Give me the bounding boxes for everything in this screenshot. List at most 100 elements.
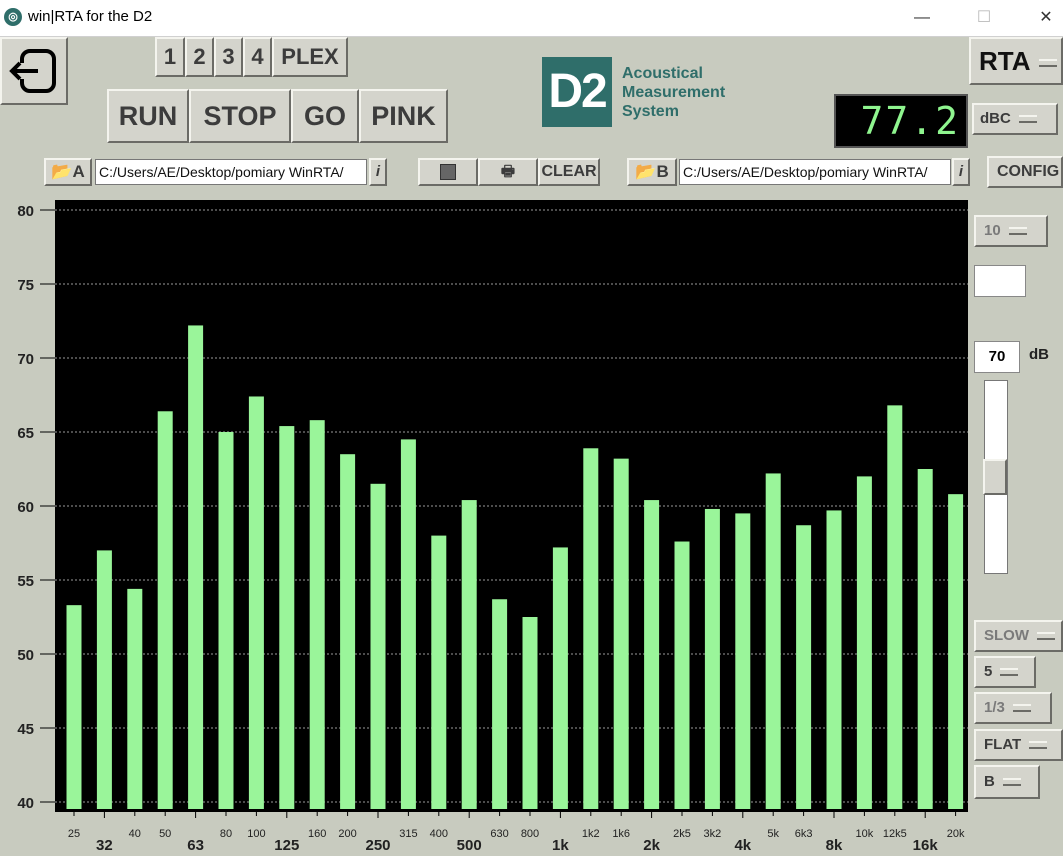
bar-315 — [400, 439, 416, 809]
logo-line-2: Measurement — [622, 84, 726, 101]
x-tick-label: 2k5 — [673, 828, 691, 840]
y-tick-label: 70 — [17, 351, 34, 368]
y-tick-label: 75 — [17, 277, 34, 294]
stop-button[interactable]: STOP — [189, 89, 291, 143]
minimize-button[interactable]: — — [902, 4, 942, 32]
channel-dropdown[interactable]: B — [974, 765, 1040, 799]
x-tick-label: 630 — [490, 828, 508, 840]
plex-button[interactable]: PLEX — [272, 37, 348, 77]
exit-icon — [9, 49, 56, 93]
x-tick-label: 3k2 — [704, 828, 722, 840]
clear-button[interactable]: CLEAR — [538, 158, 600, 186]
print-button[interactable]: 🖶 — [478, 158, 538, 186]
bandwidth-label: 1/3 — [984, 699, 1005, 716]
config-button[interactable]: CONFIG > — [987, 156, 1063, 188]
save-button[interactable] — [418, 158, 478, 186]
bar-160 — [309, 420, 325, 809]
window-title: win|RTA for the D2 — [28, 8, 153, 25]
aux-input[interactable] — [974, 265, 1026, 297]
x-tick-label: 25 — [68, 828, 80, 840]
level-display: 77.2 — [834, 94, 968, 148]
open-b-button[interactable]: 📂B — [627, 158, 677, 186]
logo-line-3: System — [622, 103, 679, 120]
bar-125 — [279, 426, 295, 809]
range-dropdown[interactable]: 10 — [974, 215, 1048, 247]
average-dropdown[interactable]: 5 — [974, 656, 1036, 688]
bar-6k3 — [796, 525, 812, 809]
offset-slider-track[interactable] — [983, 380, 1008, 574]
bar-16k — [917, 469, 933, 809]
x-tick-label: 250 — [365, 837, 390, 854]
offset-slider-thumb[interactable] — [983, 459, 1007, 495]
x-tick-label: 10k — [856, 828, 874, 840]
memory-1-button[interactable]: 1 — [155, 37, 185, 77]
rta-chart: 40 45 50 55 60 65 70 75 80 25 32 40 50 63 80 100 125 160 2… — [17, 200, 968, 854]
file-a-label: A — [72, 162, 85, 181]
response-label: SLOW — [984, 627, 1029, 644]
file-a-path[interactable]: C:/Users/AE/Desktop/pomiary WinRTA/ — [95, 159, 367, 185]
maximize-button[interactable]: ☐ — [964, 4, 1004, 32]
x-tick-label: 5k — [767, 828, 779, 840]
x-tick-label: 8k — [826, 837, 843, 854]
x-tick-label: 1k2 — [582, 828, 600, 840]
go-button[interactable]: GO — [291, 89, 359, 143]
bar-63 — [188, 325, 204, 809]
close-button[interactable]: ✕ — [1026, 4, 1063, 32]
bar-8k — [826, 510, 842, 809]
x-tick-label: 1k — [552, 837, 569, 854]
mode-dropdown[interactable]: RTA — [969, 37, 1063, 85]
dropdown-arrow-icon — [1002, 778, 1021, 787]
memory-2-button[interactable]: 2 — [185, 37, 214, 77]
bar-10k — [856, 476, 872, 809]
dropdown-arrow-icon — [1029, 741, 1048, 750]
bar-12k5 — [887, 405, 903, 809]
filter-dropdown[interactable]: FLAT — [974, 729, 1063, 761]
file-b-path[interactable]: C:/Users/AE/Desktop/pomiary WinRTA/ — [679, 159, 951, 185]
x-tick-label: 100 — [247, 828, 265, 840]
bar-3k2 — [704, 508, 720, 809]
x-tick-label: 500 — [457, 837, 482, 854]
y-tick-label: 80 — [17, 203, 34, 220]
x-tick-label: 40 — [129, 828, 141, 840]
bar-25 — [66, 605, 82, 809]
bar-20k — [948, 494, 964, 809]
bar-630 — [492, 599, 508, 809]
filter-label: FLAT — [984, 736, 1022, 753]
x-tick-label: 50 — [159, 828, 171, 840]
bar-5k — [765, 473, 781, 809]
dropdown-arrow-icon — [1008, 227, 1027, 236]
bar-2k — [644, 500, 660, 809]
bar-1k2 — [583, 448, 599, 809]
file-b-info-button[interactable]: i — [952, 158, 970, 186]
run-button[interactable]: RUN — [107, 89, 189, 143]
save-icon — [440, 164, 456, 181]
pink-button[interactable]: PINK — [359, 89, 448, 143]
y-tick-label: 50 — [17, 647, 34, 664]
exit-button[interactable] — [0, 37, 68, 105]
memory-3-button[interactable]: 3 — [214, 37, 243, 77]
weighting-dropdown[interactable]: dBC — [972, 103, 1058, 135]
x-tick-label: 4k — [734, 837, 751, 854]
offset-input[interactable]: 70 — [974, 341, 1020, 373]
bar-250 — [370, 483, 386, 809]
bar-1k6 — [613, 458, 629, 809]
bandwidth-dropdown[interactable]: 1/3 — [974, 692, 1052, 724]
y-tick-label: 40 — [17, 795, 34, 812]
bar-2k5 — [674, 541, 690, 809]
offset-unit: dB — [1029, 346, 1049, 363]
memory-4-button[interactable]: 4 — [243, 37, 272, 77]
folder-open-icon: 📂 — [51, 162, 73, 181]
response-dropdown[interactable]: SLOW — [974, 620, 1063, 652]
bar-200 — [340, 454, 356, 809]
mode-label: RTA — [979, 46, 1031, 76]
file-a-info-button[interactable]: i — [369, 158, 387, 186]
bar-400 — [431, 535, 447, 809]
d2-logo: D2 — [542, 57, 612, 127]
x-tick-label: 12k5 — [883, 828, 907, 840]
file-b-label: B — [656, 162, 669, 181]
x-tick-label: 16k — [913, 837, 939, 854]
dropdown-arrow-icon — [1037, 632, 1055, 641]
bar-32 — [96, 550, 112, 809]
open-a-button[interactable]: 📂A — [44, 158, 92, 186]
y-tick-label: 65 — [17, 425, 34, 442]
